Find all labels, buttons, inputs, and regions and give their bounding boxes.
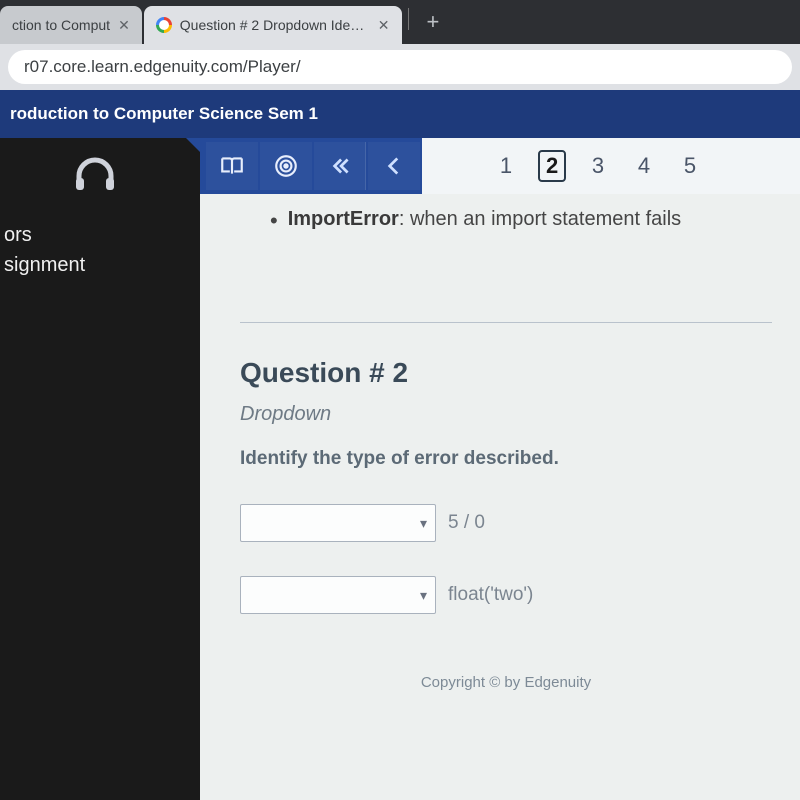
page-5[interactable]: 5 <box>676 153 704 179</box>
copyright-text: Copyright © by Edgenuity <box>240 674 772 691</box>
first-page-button[interactable] <box>314 142 366 190</box>
page-4[interactable]: 4 <box>630 153 658 179</box>
lesson-body: • ImportError: when an import statement … <box>200 194 800 800</box>
bullet-term: ImportError <box>288 208 399 230</box>
url-text: r07.core.learn.edgenuity.com/Player/ <box>24 57 301 77</box>
answer-label-1: 5 / 0 <box>448 512 485 534</box>
browser-tab-1[interactable]: Question # 2 Dropdown Identify ✕ <box>144 6 402 44</box>
sidebar-line-2: signment <box>0 250 190 280</box>
url-input[interactable]: r07.core.learn.edgenuity.com/Player/ <box>8 50 792 84</box>
page-2-current[interactable]: 2 <box>538 150 566 182</box>
sidebar-line-1: ors <box>0 220 190 250</box>
course-title: roduction to Computer Science Sem 1 <box>10 104 318 124</box>
tab-title: Question # 2 Dropdown Identify <box>180 17 370 33</box>
tab-title: ction to Comput <box>12 17 110 33</box>
browser-address-bar: r07.core.learn.edgenuity.com/Player/ <box>0 44 800 90</box>
section-divider <box>240 322 772 323</box>
target-button[interactable] <box>260 142 312 190</box>
google-favicon-icon <box>156 17 172 33</box>
question-prompt: Identify the type of error described. <box>240 448 772 470</box>
chevron-down-icon: ▾ <box>420 515 427 532</box>
glossary-button[interactable] <box>206 142 258 190</box>
course-header: roduction to Computer Science Sem 1 <box>0 90 800 138</box>
lesson-sidebar: ors signment <box>0 138 200 800</box>
answer-row-1: ▾ 5 / 0 <box>240 504 772 542</box>
prev-page-button[interactable] <box>368 142 420 190</box>
answer-dropdown-2[interactable]: ▾ <box>240 576 436 614</box>
bullet-rest: : when an import statement fails <box>399 208 681 230</box>
chevron-down-icon: ▾ <box>420 587 427 604</box>
question-type: Dropdown <box>240 403 772 426</box>
close-icon[interactable]: ✕ <box>118 17 130 34</box>
browser-tab-0[interactable]: ction to Comput ✕ <box>0 6 142 44</box>
page-3[interactable]: 3 <box>584 153 612 179</box>
page-indicator: 1 2 3 4 5 <box>422 138 800 194</box>
new-tab-button[interactable]: + <box>413 9 454 35</box>
answer-row-2: ▾ float('two') <box>240 576 772 614</box>
corner-accent <box>186 138 200 152</box>
headphones-icon[interactable] <box>73 156 117 192</box>
tab-divider <box>408 8 409 30</box>
question-heading: Question # 2 <box>240 357 772 389</box>
answer-label-2: float('two') <box>448 584 533 606</box>
answer-dropdown-1[interactable]: ▾ <box>240 504 436 542</box>
page-1[interactable]: 1 <box>492 153 520 179</box>
browser-tabstrip: ction to Comput ✕ Question # 2 Dropdown … <box>0 0 800 44</box>
lesson-toolbar: 1 2 3 4 5 <box>200 138 800 194</box>
bullet-icon: • <box>270 210 278 232</box>
note-bullet: • ImportError: when an import statement … <box>270 208 772 232</box>
close-icon[interactable]: ✕ <box>378 17 390 34</box>
